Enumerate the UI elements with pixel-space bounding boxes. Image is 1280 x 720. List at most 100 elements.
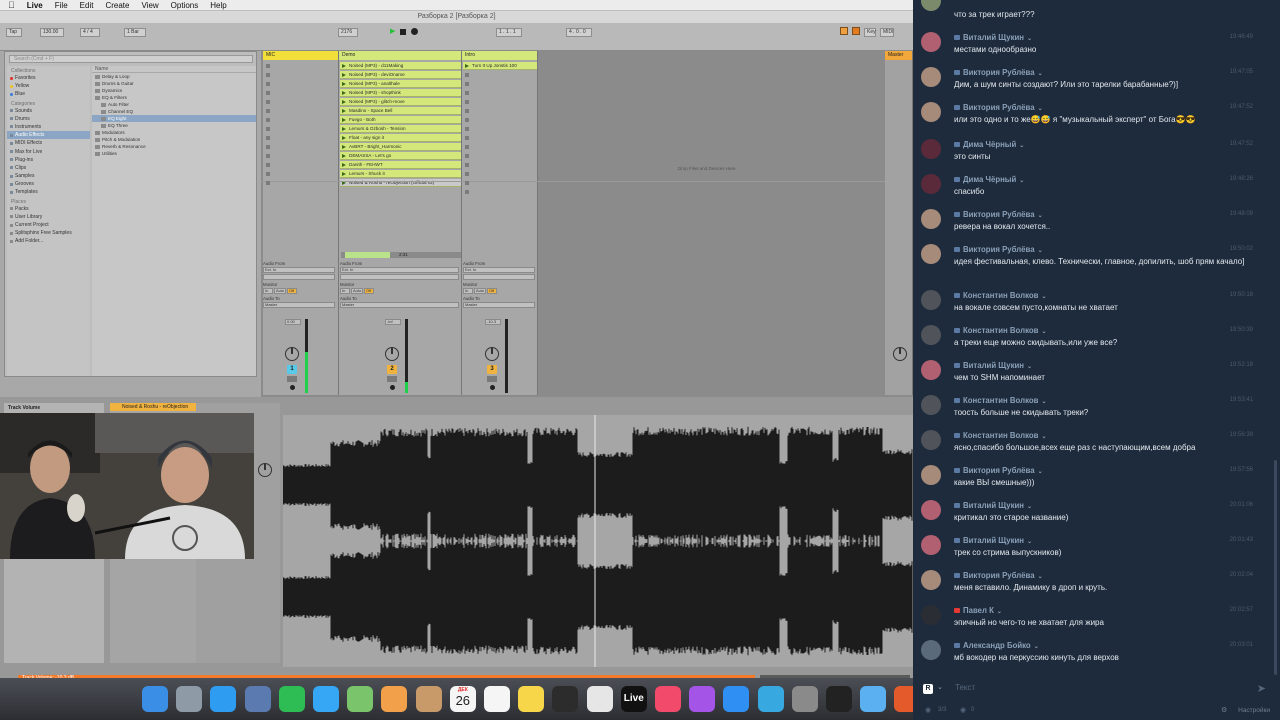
- menu-view[interactable]: View: [141, 1, 158, 10]
- empty-slot-stop-icon[interactable]: [266, 172, 270, 176]
- message-author[interactable]: Виталий Щукин ⌄: [954, 536, 1032, 545]
- notes-icon[interactable]: [518, 686, 545, 712]
- settings-icon[interactable]: [791, 686, 818, 712]
- clip-slot[interactable]: Danith - FEHWT: [340, 161, 461, 170]
- chevron-down-icon[interactable]: ⌄: [1027, 36, 1032, 42]
- message-author[interactable]: Виталий Щукин ⌄: [954, 33, 1032, 42]
- category-item[interactable]: Grooves: [7, 180, 90, 188]
- finder-icon[interactable]: [142, 686, 168, 712]
- collection-item[interactable]: Yellow: [7, 82, 90, 90]
- output-select[interactable]: Master: [340, 302, 459, 308]
- empty-slot-stop-icon[interactable]: [465, 118, 469, 122]
- avatar[interactable]: [921, 535, 941, 555]
- chevron-down-icon[interactable]: ⌄: [1019, 143, 1024, 149]
- safari-icon[interactable]: [210, 686, 237, 712]
- live-icon[interactable]: Live: [620, 686, 647, 712]
- chevron-down-icon[interactable]: ⌄: [1041, 399, 1046, 405]
- monitor-in-button[interactable]: In: [340, 288, 350, 294]
- track-activator-button[interactable]: 3: [487, 365, 497, 374]
- empty-slot-stop-icon[interactable]: [465, 73, 469, 77]
- browser-list-row[interactable]: Delay & Loop: [92, 73, 256, 80]
- transpose-knob[interactable]: [258, 463, 272, 477]
- category-item[interactable]: Clips: [7, 164, 90, 172]
- loop-length-field[interactable]: 4 . 0 . 0: [566, 28, 592, 37]
- chevron-down-icon[interactable]: ⌄: [1038, 213, 1043, 219]
- stop-icon[interactable]: [400, 29, 406, 35]
- message-author[interactable]: Константин Волков ⌄: [954, 396, 1046, 405]
- maps-icon[interactable]: [347, 686, 374, 712]
- pan-knob[interactable]: [285, 347, 299, 361]
- output-select[interactable]: Master: [463, 302, 535, 308]
- empty-slot-stop-icon[interactable]: [266, 154, 270, 158]
- message-author[interactable]: Виктория Рублёва ⌄: [954, 210, 1043, 219]
- empty-slot-stop-icon[interactable]: [266, 127, 270, 131]
- empty-slot-stop-icon[interactable]: [266, 181, 270, 185]
- place-item[interactable]: Splitsphinx Free Samples: [7, 229, 90, 237]
- tap-button[interactable]: Tap: [6, 28, 22, 37]
- chevron-down-icon[interactable]: ⌄: [1038, 106, 1043, 112]
- message-author[interactable]: Виктория Рублёва ⌄: [954, 466, 1043, 475]
- empty-slot-stop-icon[interactable]: [266, 64, 270, 68]
- clip-slot-intro[interactable]: Turn It Up Jonstis 100: [463, 62, 537, 71]
- empty-slot-stop-icon[interactable]: [266, 109, 270, 113]
- unity-icon[interactable]: [586, 686, 613, 712]
- category-item[interactable]: Plug-ins: [7, 156, 90, 164]
- empty-slot-stop-icon[interactable]: [465, 91, 469, 95]
- browser-list-row[interactable]: Reverb & Resonance: [92, 143, 256, 150]
- record-arm-icon[interactable]: [290, 385, 295, 390]
- volume-field[interactable]: 0.00: [285, 319, 301, 325]
- message-author[interactable]: Павел К ⌄: [954, 606, 1002, 615]
- track-header-master[interactable]: Master: [885, 51, 912, 60]
- clip-slot[interactable]: DEMASSA - Let's go: [340, 152, 461, 161]
- empty-slot-stop-icon[interactable]: [465, 109, 469, 113]
- play-icon[interactable]: ▶: [390, 28, 396, 35]
- input-type-select[interactable]: Ext. In: [340, 267, 459, 273]
- browser-list-row[interactable]: Pitch & Modulation: [92, 136, 256, 143]
- volume-field[interactable]: -inf: [385, 319, 401, 325]
- message-author[interactable]: Константин Волков ⌄: [954, 291, 1046, 300]
- clip-play-icon[interactable]: [342, 109, 346, 113]
- clip-play-icon[interactable]: [342, 145, 346, 149]
- empty-slot-stop-icon[interactable]: [465, 82, 469, 86]
- avatar[interactable]: [921, 605, 941, 625]
- avatar[interactable]: [921, 360, 941, 380]
- midi-button[interactable]: MIDI: [880, 28, 894, 37]
- avatar[interactable]: [921, 102, 941, 122]
- midi-map-icon[interactable]: [852, 27, 860, 35]
- music-icon[interactable]: [655, 686, 681, 712]
- empty-slot-stop-icon[interactable]: [465, 127, 469, 131]
- chevron-down-icon[interactable]: ⌄: [1027, 504, 1032, 510]
- category-item[interactable]: Drums: [7, 115, 90, 123]
- chevron-down-icon[interactable]: ⌄: [1034, 644, 1039, 650]
- collection-item[interactable]: Favorites: [7, 74, 90, 82]
- clip-slot[interactable]: Float - any sign it: [340, 134, 461, 143]
- message-author[interactable]: Виктория Рублёва ⌄: [954, 103, 1043, 112]
- chevron-down-icon[interactable]: ⌄: [1038, 574, 1043, 580]
- reminders-icon[interactable]: [484, 686, 510, 712]
- chevron-down-icon[interactable]: ⌄: [1041, 294, 1046, 300]
- menu-file[interactable]: File: [55, 1, 68, 10]
- empty-slot-stop-icon[interactable]: [266, 91, 270, 95]
- clip-slot[interactable]: Lemurs - Shuck it: [340, 170, 461, 179]
- chevron-down-icon[interactable]: ⌄: [997, 609, 1002, 615]
- avatar[interactable]: [921, 430, 941, 450]
- browser-list-row[interactable]: Drums & Guitar: [92, 80, 256, 87]
- avatar[interactable]: [921, 139, 941, 159]
- message-author[interactable]: Виктория Рублёва ⌄: [954, 245, 1043, 254]
- empty-slot-stop-icon[interactable]: [465, 100, 469, 104]
- avatar[interactable]: [921, 290, 941, 310]
- chevron-down-icon[interactable]: ⌄: [1041, 329, 1046, 335]
- empty-slot-stop-icon[interactable]: [266, 136, 270, 140]
- podcasts-icon[interactable]: [689, 686, 716, 712]
- contacts-icon[interactable]: [415, 686, 442, 712]
- message-author[interactable]: Константин Волков ⌄: [954, 326, 1046, 335]
- empty-slot-stop-icon[interactable]: [465, 163, 469, 167]
- chevron-down-icon[interactable]: ⌄: [1027, 539, 1032, 545]
- loop-start-field[interactable]: 1 . 1 . 1: [496, 28, 522, 37]
- clip-play-icon[interactable]: [342, 154, 346, 158]
- track-activator-button[interactable]: 1: [287, 365, 297, 374]
- chevron-down-icon[interactable]: ⌄: [937, 683, 943, 691]
- clip-slot[interactable]: Noised (MP3) - glitch-move: [340, 98, 461, 107]
- category-item[interactable]: Samples: [7, 172, 90, 180]
- monitor-auto-button[interactable]: Auto: [274, 288, 286, 294]
